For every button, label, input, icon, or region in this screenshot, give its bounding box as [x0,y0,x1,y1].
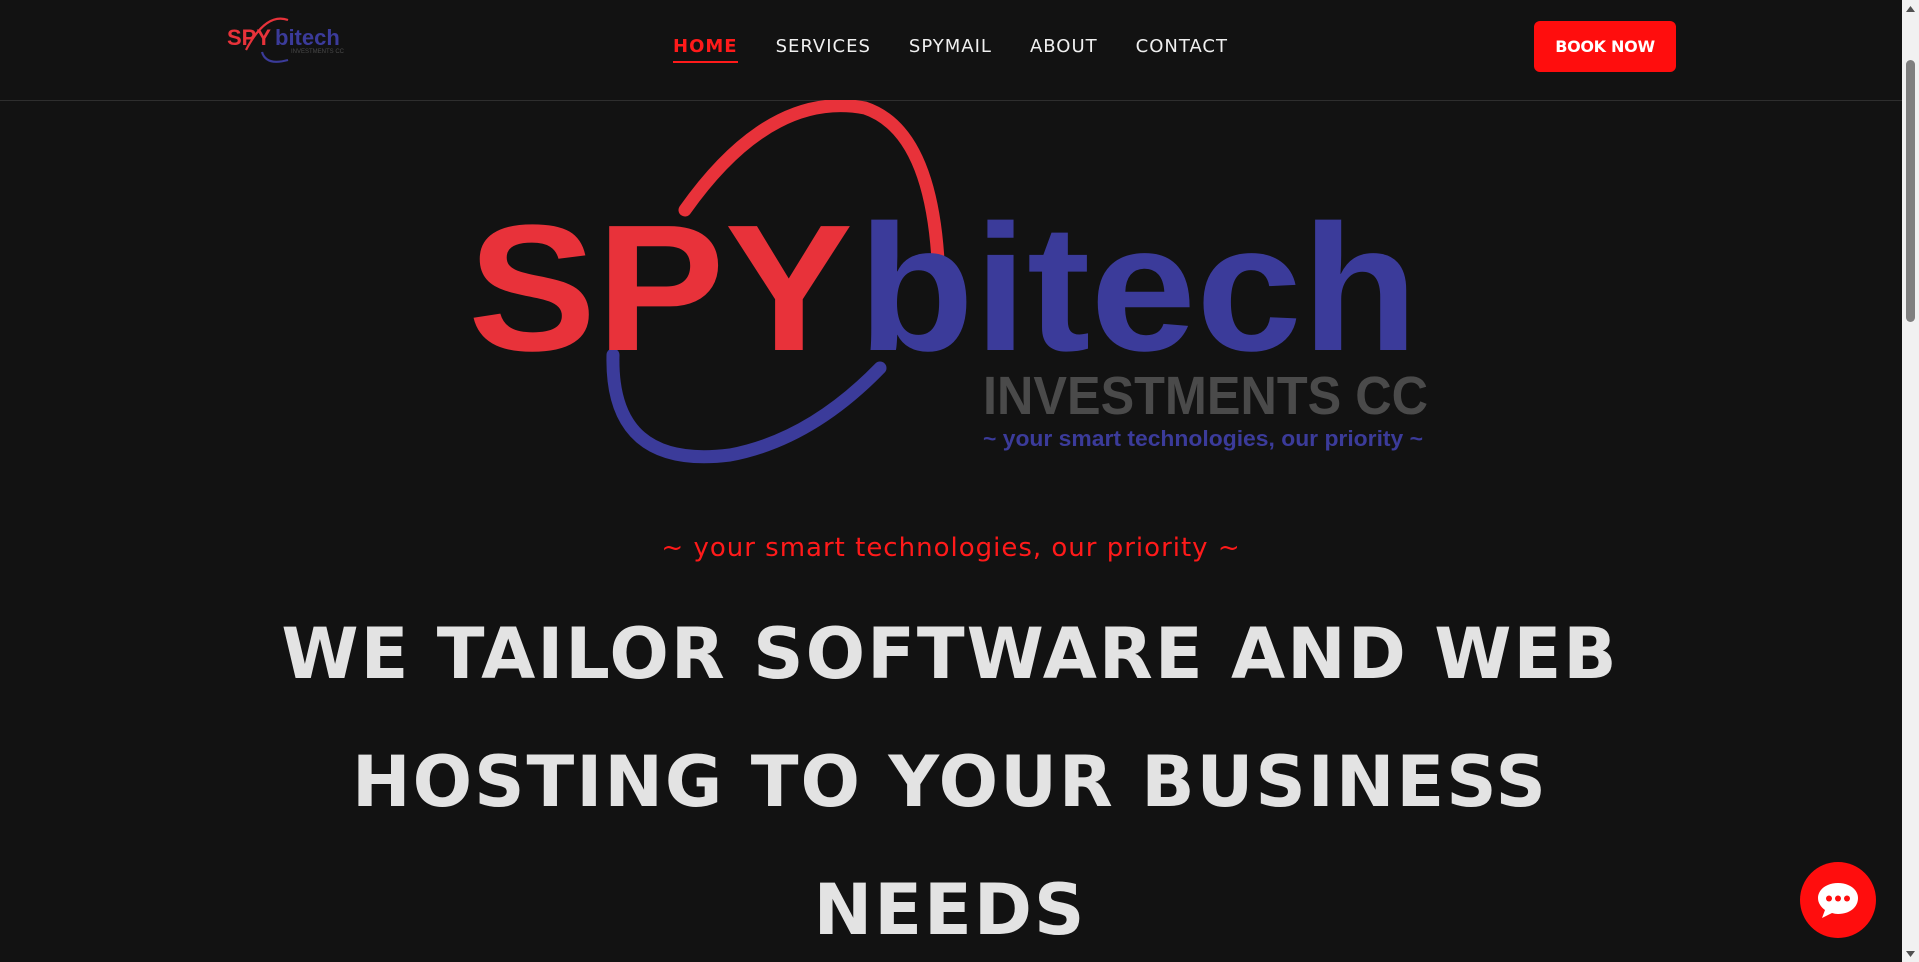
book-now-button[interactable]: BOOK NOW [1534,21,1676,72]
hero-logo-brand-red: SPY [468,188,853,389]
scroll-up-arrow-icon[interactable] [1902,0,1919,17]
nav-contact[interactable]: CONTACT [1136,36,1228,63]
header-logo[interactable]: SPY bitech INVESTMENTS CC [226,16,352,66]
chat-bubble-icon [1818,883,1858,918]
hero-logo-sub: INVESTMENTS CC [983,366,1428,426]
page-scrollbar[interactable] [1902,0,1919,962]
scrollbar-thumb[interactable] [1906,60,1915,322]
page: SPY bitech INVESTMENTS CC HOME SERVICES … [0,0,1919,962]
hero-logo-brand-blue: bitech [858,188,1418,389]
header-logo-brand-red: SPY [227,25,271,50]
nav-spymail[interactable]: SPYMAIL [909,36,992,63]
nav-about[interactable]: ABOUT [1030,36,1098,63]
chat-button[interactable] [1800,862,1876,938]
hero-tagline: ~ your smart technologies, our priority … [661,533,1241,563]
logo-swoosh-blue [260,51,289,63]
site-header: SPY bitech INVESTMENTS CC HOME SERVICES … [0,0,1902,101]
header-logo-sub: INVESTMENTS CC [291,49,345,55]
main-nav: HOME SERVICES SPYMAIL ABOUT CONTACT [673,36,1228,63]
hero-logo: SPY bitech INVESTMENTS CC ~ your smart t… [468,100,1428,464]
nav-services[interactable]: SERVICES [776,36,871,63]
hero-headline: WE TAILOR SOFTWARE AND WEB HOSTING TO YO… [281,613,1619,951]
scroll-down-arrow-icon[interactable] [1902,945,1919,962]
nav-home[interactable]: HOME [673,36,738,63]
header-logo-brand-blue: bitech [275,25,340,50]
hero-logo-slogan: ~ your smart technologies, our priority … [983,426,1423,451]
